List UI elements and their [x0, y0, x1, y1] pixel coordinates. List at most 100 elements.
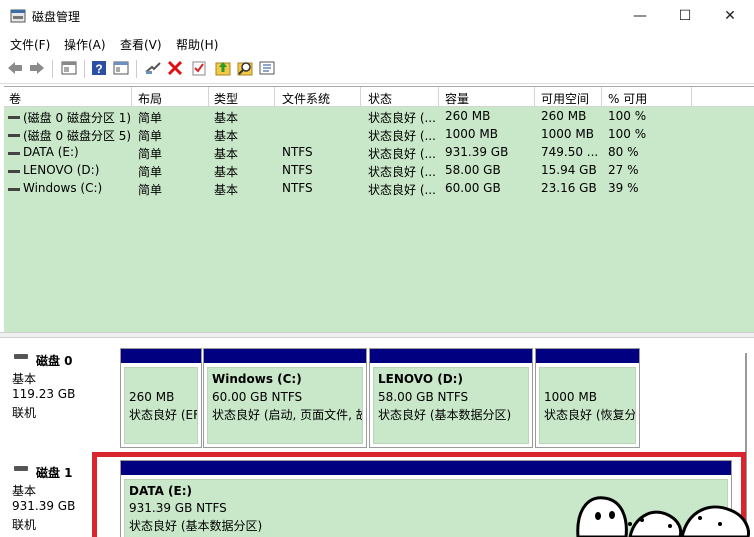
cell-free-space: 260 MB	[541, 109, 587, 123]
partition-body: 260 MB 状态良好 (EF	[124, 367, 198, 444]
cell-type: 基本	[214, 165, 239, 179]
partition-body: 1000 MB 状态良好 (恢复分	[539, 367, 636, 444]
cell-volume: (磁盘 0 磁盘分区 1)	[23, 111, 132, 125]
cell-percent-free: 100 %	[608, 127, 647, 141]
back-icon[interactable]	[6, 59, 24, 77]
column-header-free-space[interactable]: 可用空间	[541, 90, 589, 107]
column-divider[interactable]	[534, 87, 535, 107]
menu-file[interactable]: 文件(F)	[10, 36, 50, 53]
column-divider[interactable]	[601, 87, 602, 107]
maximize-button[interactable]: ☐	[665, 0, 705, 32]
forward-icon[interactable]	[28, 59, 46, 77]
partition-bar	[536, 349, 639, 363]
column-header-type[interactable]: 类型	[214, 90, 238, 107]
column-divider[interactable]	[438, 87, 439, 107]
cell-free-space: 749.50 ...	[541, 145, 599, 159]
column-header-status[interactable]: 状态	[368, 90, 392, 107]
table-row[interactable]: (磁盘 0 磁盘分区 5) 简单 基本 状态良好 (... 1000 MB 10…	[4, 126, 754, 144]
partition-status: 状态良好 (启动, 页面文件, 故	[212, 408, 363, 422]
disk-kind: 基本	[12, 372, 37, 386]
pane-splitter[interactable]	[0, 332, 754, 338]
partition-title: LENOVO (D:)	[378, 372, 463, 386]
partition-status: 状态良好 (EF	[129, 408, 198, 422]
partition-size: 260 MB	[129, 390, 175, 404]
menu-help[interactable]: 帮助(H)	[176, 36, 218, 53]
cell-layout: 简单	[138, 165, 163, 179]
cell-filesystem: NTFS	[282, 181, 313, 195]
details-icon[interactable]	[258, 59, 276, 77]
toolbar-separator	[84, 60, 85, 78]
cell-status: 状态良好 (...	[368, 183, 436, 197]
partition-windows-c[interactable]: Windows (C:) 60.00 GB NTFS 状态良好 (启动, 页面文…	[203, 348, 367, 448]
cell-status: 状态良好 (...	[368, 129, 436, 143]
partition-size: 60.00 GB NTFS	[212, 390, 303, 404]
menu-view[interactable]: 查看(V)	[120, 36, 162, 53]
properties-icon[interactable]	[112, 59, 130, 77]
menu-action[interactable]: 操作(A)	[64, 36, 106, 53]
column-divider[interactable]	[131, 87, 132, 107]
table-row[interactable]: LENOVO (D:) 简单 基本 NTFS 状态良好 (... 58.00 G…	[4, 162, 754, 180]
search-icon[interactable]	[236, 59, 254, 77]
cell-free-space: 15.94 GB	[541, 163, 597, 177]
cell-volume: Windows (C:)	[23, 181, 103, 195]
close-button[interactable]: ✕	[710, 0, 750, 32]
column-header-volume[interactable]: 卷	[9, 90, 21, 107]
partition-body: Windows (C:) 60.00 GB NTFS 状态良好 (启动, 页面文…	[207, 367, 363, 444]
partition-efi[interactable]: 260 MB 状态良好 (EF	[120, 348, 202, 448]
delete-icon[interactable]	[166, 59, 184, 77]
partition-size: 1000 MB	[544, 390, 597, 404]
table-row[interactable]: Windows (C:) 简单 基本 NTFS 状态良好 (... 60.00 …	[4, 180, 754, 198]
column-header-capacity[interactable]: 容量	[445, 90, 469, 107]
window-title: 磁盘管理	[32, 10, 81, 24]
disk-name: 磁盘 1	[36, 466, 73, 480]
partition-title: Windows (C:)	[212, 372, 302, 386]
minimize-button[interactable]: —	[620, 0, 660, 32]
help-icon[interactable]: ?	[90, 59, 108, 77]
partition-lenovo-d[interactable]: LENOVO (D:) 58.00 GB NTFS 状态良好 (基本数据分区)	[369, 348, 533, 448]
cell-volume: (磁盘 0 磁盘分区 5)	[23, 129, 132, 143]
cell-capacity: 931.39 GB	[445, 145, 509, 159]
column-divider[interactable]	[208, 87, 209, 107]
volume-icon	[8, 116, 20, 119]
volume-icon	[8, 188, 20, 191]
volume-list: 卷 布局 类型 文件系统 状态 容量 可用空间 % 可用 (磁盘 0 磁盘分区 …	[4, 86, 754, 332]
column-divider[interactable]	[274, 87, 275, 107]
partition-status: 状态良好 (基本数据分区)	[378, 408, 512, 422]
partition-bar	[204, 349, 366, 363]
volume-icon	[8, 170, 20, 173]
cell-layout: 简单	[138, 183, 163, 197]
cell-free-space: 23.16 GB	[541, 181, 597, 195]
table-row[interactable]: (磁盘 0 磁盘分区 1) 简单 基本 状态良好 (... 260 MB 260…	[4, 108, 754, 126]
disk-state: 联机	[12, 518, 37, 532]
table-row[interactable]: DATA (E:) 简单 基本 NTFS 状态良好 (... 931.39 GB…	[4, 144, 754, 162]
partition-bar	[121, 349, 201, 363]
up-icon[interactable]	[214, 59, 232, 77]
cell-type: 基本	[214, 129, 239, 143]
cell-status: 状态良好 (...	[368, 147, 436, 161]
column-divider[interactable]	[360, 87, 361, 107]
connect-icon[interactable]	[144, 59, 162, 77]
partition-body: LENOVO (D:) 58.00 GB NTFS 状态良好 (基本数据分区)	[373, 367, 529, 444]
cell-capacity: 260 MB	[445, 109, 491, 123]
partition-size: 58.00 GB NTFS	[378, 390, 469, 404]
menu-bar: 文件(F) 操作(A) 查看(V) 帮助(H)	[0, 32, 754, 54]
disk-size: 931.39 GB	[12, 499, 76, 513]
disk-management-app-icon	[10, 9, 26, 23]
check-icon[interactable]	[190, 59, 208, 77]
cell-capacity: 1000 MB	[445, 127, 498, 141]
column-header-layout[interactable]: 布局	[138, 90, 162, 107]
toolbar: ?	[0, 54, 754, 84]
svg-text:?: ?	[95, 62, 102, 76]
cell-status: 状态良好 (...	[368, 111, 436, 125]
column-divider[interactable]	[691, 87, 692, 107]
cell-percent-free: 80 %	[608, 145, 639, 159]
cell-layout: 简单	[138, 129, 163, 143]
column-header-filesystem[interactable]: 文件系统	[282, 90, 330, 107]
column-header-percent-free[interactable]: % 可用	[608, 90, 647, 107]
list-header: 卷 布局 类型 文件系统 状态 容量 可用空间 % 可用	[4, 87, 754, 107]
console-icon[interactable]	[60, 59, 78, 77]
disk-kind: 基本	[12, 484, 37, 498]
cell-capacity: 60.00 GB	[445, 181, 501, 195]
partition-recovery[interactable]: 1000 MB 状态良好 (恢复分	[535, 348, 640, 448]
toolbar-separator	[136, 60, 137, 78]
